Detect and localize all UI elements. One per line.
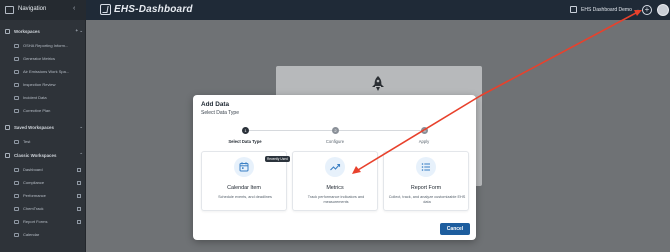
sidebar-item[interactable]: Compliance — [14, 180, 84, 185]
step-2-indicator: 2 — [332, 127, 339, 134]
section-actions-icon[interactable]: + ⌄ — [76, 28, 83, 34]
rocket-icon — [372, 76, 384, 91]
external-link-icon[interactable] — [77, 193, 81, 198]
option-metrics[interactable]: Metrics Track performance indicators and… — [292, 151, 378, 211]
building-icon — [570, 6, 577, 13]
cancel-button[interactable]: Cancel — [440, 223, 470, 235]
sidebar-item[interactable]: Corrective Plan — [14, 108, 84, 113]
step-1-label: Select Data Type — [228, 139, 262, 144]
workspace-icon — [14, 139, 19, 144]
logo-text: EHS-Dashboard — [114, 4, 193, 15]
section-workspaces[interactable]: Workspaces + ⌄ — [5, 28, 83, 34]
compliance-icon — [14, 180, 19, 185]
external-link-icon[interactable] — [77, 167, 81, 172]
option-description: Collect, track, and analyze customizable… — [388, 195, 466, 205]
option-title: Report Form — [410, 185, 442, 191]
chevron-down-icon: ⌄ — [635, 6, 641, 13]
performance-icon — [14, 193, 19, 198]
workspace-icon — [14, 82, 19, 87]
workspaces-icon — [5, 28, 10, 34]
plus-circle-icon[interactable]: + — [642, 5, 652, 15]
section-classic-workspaces[interactable]: Classic Workspaces ⌃ — [5, 152, 83, 158]
option-description: Schedule events, and deadlines — [218, 195, 272, 199]
collapse-sidebar-icon[interactable]: ‹ — [73, 5, 75, 12]
app-logo[interactable]: EHS-Dashboard — [100, 4, 193, 15]
trend-line-icon — [325, 157, 345, 177]
add-data-modal: Add Data Select Data Type 1 2 3 Select D… — [193, 95, 476, 240]
arrow-to-plus — [479, 12, 637, 97]
workspace-icon — [14, 43, 19, 48]
sidebar: Navigation ‹ Workspaces + ⌄ OSHA Reporti… — [0, 0, 86, 252]
step-2-label: Configure — [325, 139, 345, 144]
option-description: Track performance indicators and measure… — [307, 195, 365, 205]
step-1-indicator: 1 — [242, 127, 249, 134]
sidebar-item[interactable]: OSHA Reporting Inform... — [14, 43, 84, 48]
sidebar-item[interactable]: Incident Data — [14, 95, 84, 100]
sidebar-item[interactable]: Air Emissions Work Spa... — [14, 69, 84, 74]
sidebar-item[interactable]: Generator Metrics — [14, 56, 84, 61]
external-link-icon[interactable] — [77, 206, 81, 211]
sidebar-item[interactable]: Report Forms — [14, 219, 84, 224]
workspace-icon — [14, 56, 19, 61]
modal-title: Add Data — [201, 101, 230, 108]
external-link-icon[interactable] — [77, 219, 81, 224]
step-3-label: Apply — [418, 139, 430, 144]
chevron-up-icon[interactable]: ⌃ — [79, 152, 83, 158]
option-title: Metrics — [326, 185, 344, 191]
option-calendar-item[interactable]: Recently Used Calendar Item Schedule eve… — [201, 151, 290, 211]
chemtrack-icon — [14, 206, 19, 211]
sidebar-item[interactable]: Performance — [14, 193, 84, 198]
bookmark-icon — [5, 124, 10, 130]
sidebar-item[interactable]: Inspection Review — [14, 82, 84, 87]
step-connector — [339, 130, 423, 131]
dashboard-icon — [14, 167, 19, 172]
step-connector — [249, 130, 333, 131]
report-forms-icon — [14, 219, 19, 224]
sidebar-header: Navigation ‹ — [0, 0, 86, 20]
recently-used-badge: Recently Used — [265, 156, 290, 162]
sidebar-item[interactable]: ChemTrack — [14, 206, 84, 211]
list-icon — [416, 157, 436, 177]
option-title: Calendar Item — [227, 185, 261, 191]
avatar[interactable] — [657, 4, 669, 16]
step-3-indicator: 3 — [421, 127, 428, 134]
workspace-icon — [14, 69, 19, 74]
external-link-icon[interactable] — [77, 180, 81, 185]
option-report-form[interactable]: Report Form Collect, track, and analyze … — [383, 151, 469, 211]
calendar-icon — [14, 232, 19, 237]
grid-icon — [5, 152, 10, 158]
modal-subtitle: Select Data Type — [201, 110, 239, 116]
calendar-icon — [234, 157, 254, 177]
workspace-icon — [14, 95, 19, 100]
workspace-icon — [14, 108, 19, 113]
tenant-name: EHS Dashboard Demo — [581, 6, 632, 13]
section-saved-workspaces[interactable]: Saved Workspaces ⌄ — [5, 124, 83, 130]
chevron-down-icon[interactable]: ⌄ — [79, 124, 83, 130]
navigation-icon — [5, 6, 14, 14]
sidebar-item[interactable]: Test — [14, 139, 84, 144]
sidebar-title: Navigation — [18, 6, 47, 12]
tenant-switcher[interactable]: EHS Dashboard Demo ⌄ — [570, 6, 640, 13]
logo-icon — [100, 4, 111, 15]
sidebar-item[interactable]: Dashboard — [14, 167, 84, 172]
sidebar-item[interactable]: Calendar — [14, 232, 84, 237]
